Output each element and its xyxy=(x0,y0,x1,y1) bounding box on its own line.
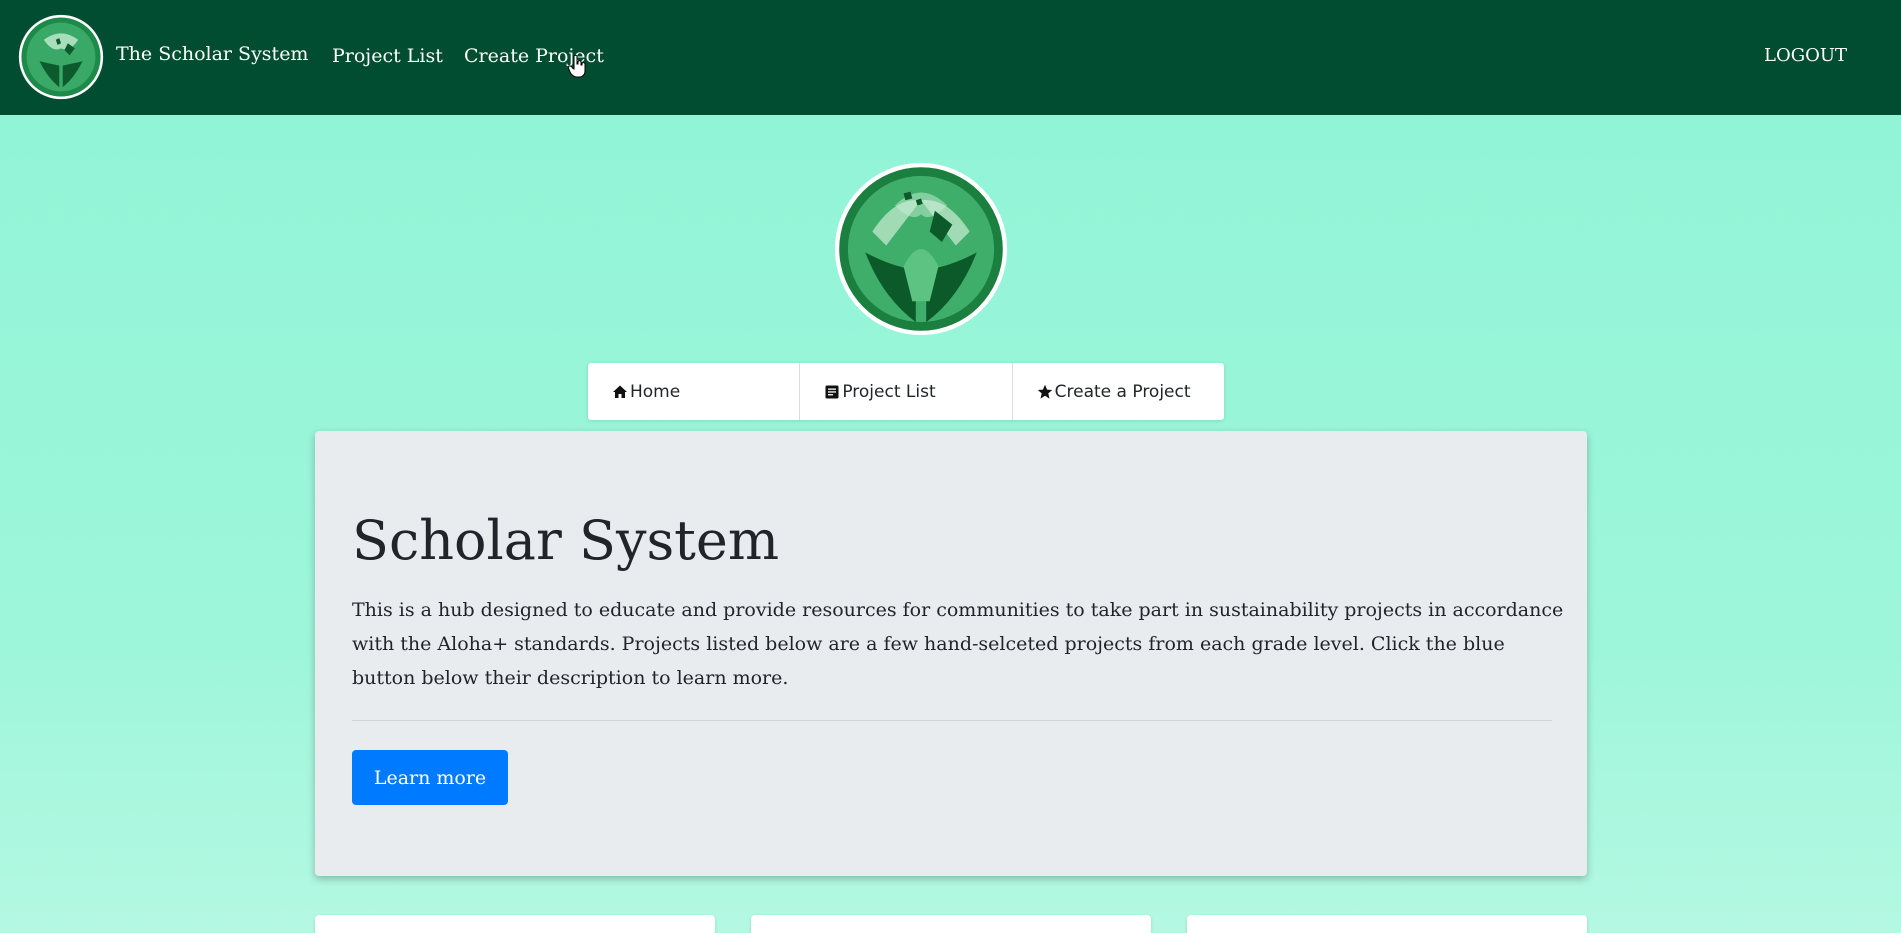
project-card[interactable] xyxy=(751,915,1151,933)
hand-pointer-cursor-icon xyxy=(568,54,586,78)
globe-hands-logo-icon[interactable] xyxy=(18,14,104,100)
globe-hands-hero-logo-icon xyxy=(834,162,1008,336)
divider xyxy=(352,720,1552,721)
project-card[interactable] xyxy=(315,915,715,933)
section-menu: Home Project List Create a Project xyxy=(588,363,1224,420)
menu-item-create-project-label: Create a Project xyxy=(1054,381,1191,402)
jumbotron: Scholar System This is a hub designed to… xyxy=(315,431,1587,876)
nav-link-logout[interactable]: LOGOUT xyxy=(1764,45,1847,66)
menu-item-home-label: Home xyxy=(630,381,681,402)
star-icon xyxy=(1037,384,1052,399)
top-navbar: The Scholar System Project List Create P… xyxy=(0,0,1901,115)
list-icon xyxy=(825,385,839,398)
navbar-brand[interactable]: The Scholar System xyxy=(116,43,308,65)
page-title: Scholar System xyxy=(352,509,780,572)
learn-more-button[interactable]: Learn more xyxy=(352,750,508,805)
home-icon xyxy=(613,385,627,398)
menu-item-home[interactable]: Home xyxy=(588,363,801,420)
menu-item-project-list-label: Project List xyxy=(842,381,936,402)
menu-item-create-project[interactable]: Create a Project xyxy=(1013,363,1224,420)
nav-link-project-list[interactable]: Project List xyxy=(332,45,443,67)
intro-description: This is a hub designed to educate and pr… xyxy=(352,599,1564,689)
project-card[interactable] xyxy=(1187,915,1587,933)
menu-item-project-list[interactable]: Project List xyxy=(800,363,1013,420)
